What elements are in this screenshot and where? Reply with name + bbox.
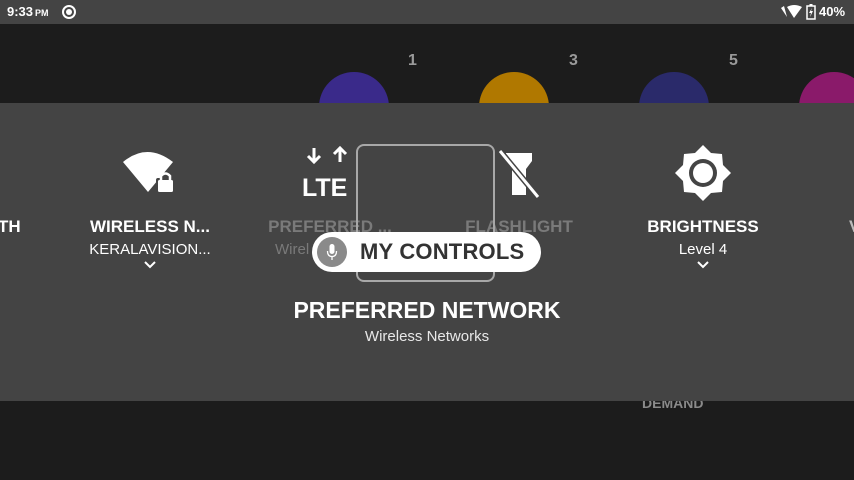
app-number: 5: [729, 52, 738, 69]
tile-subtitle: KERALAVISION...: [89, 241, 211, 258]
partial-tile-right[interactable]: V: [849, 217, 854, 237]
settings-icon: [62, 5, 76, 19]
focused-control-title: PREFERRED NETWORK: [293, 297, 561, 323]
svg-text:LTE: LTE: [302, 174, 347, 202]
tile-title: BRIGHTNESS: [647, 217, 759, 236]
partial-tile-left[interactable]: TH: [0, 217, 21, 237]
tile-brightness[interactable]: BRIGHTNESS Level 4: [608, 143, 798, 276]
status-time-ampm: PM: [35, 8, 49, 18]
chevron-down-icon[interactable]: [55, 260, 245, 276]
tile-title: WIRELESS N...: [90, 217, 210, 236]
tile-wireless-network[interactable]: WIRELESS N... KERALAVISION...: [55, 143, 245, 276]
app-number: 3: [569, 52, 578, 69]
my-controls-panel: TH WIRELESS N... KERALAVISION... LTE PRE…: [0, 103, 854, 401]
brightness-icon: [608, 143, 798, 203]
status-time-value: 9:33: [7, 4, 34, 19]
status-bar: 9:33 PM 40%: [0, 0, 854, 24]
wifi-lock-icon: [55, 143, 245, 203]
focused-control-subtitle: Wireless Networks: [364, 328, 490, 345]
wifi-icon: [781, 5, 802, 18]
my-controls-label: MY CONTROLS: [360, 239, 525, 264]
battery-percent: 40%: [819, 4, 846, 19]
battery-charging-icon: [806, 4, 816, 20]
status-time: 9:33 PM: [7, 4, 49, 19]
app-number: 1: [408, 52, 417, 69]
chevron-down-icon[interactable]: [608, 260, 798, 276]
tile-subtitle: Level 4: [678, 241, 728, 258]
mic-icon: [317, 237, 347, 267]
my-controls-badge[interactable]: MY CONTROLS: [312, 232, 541, 272]
